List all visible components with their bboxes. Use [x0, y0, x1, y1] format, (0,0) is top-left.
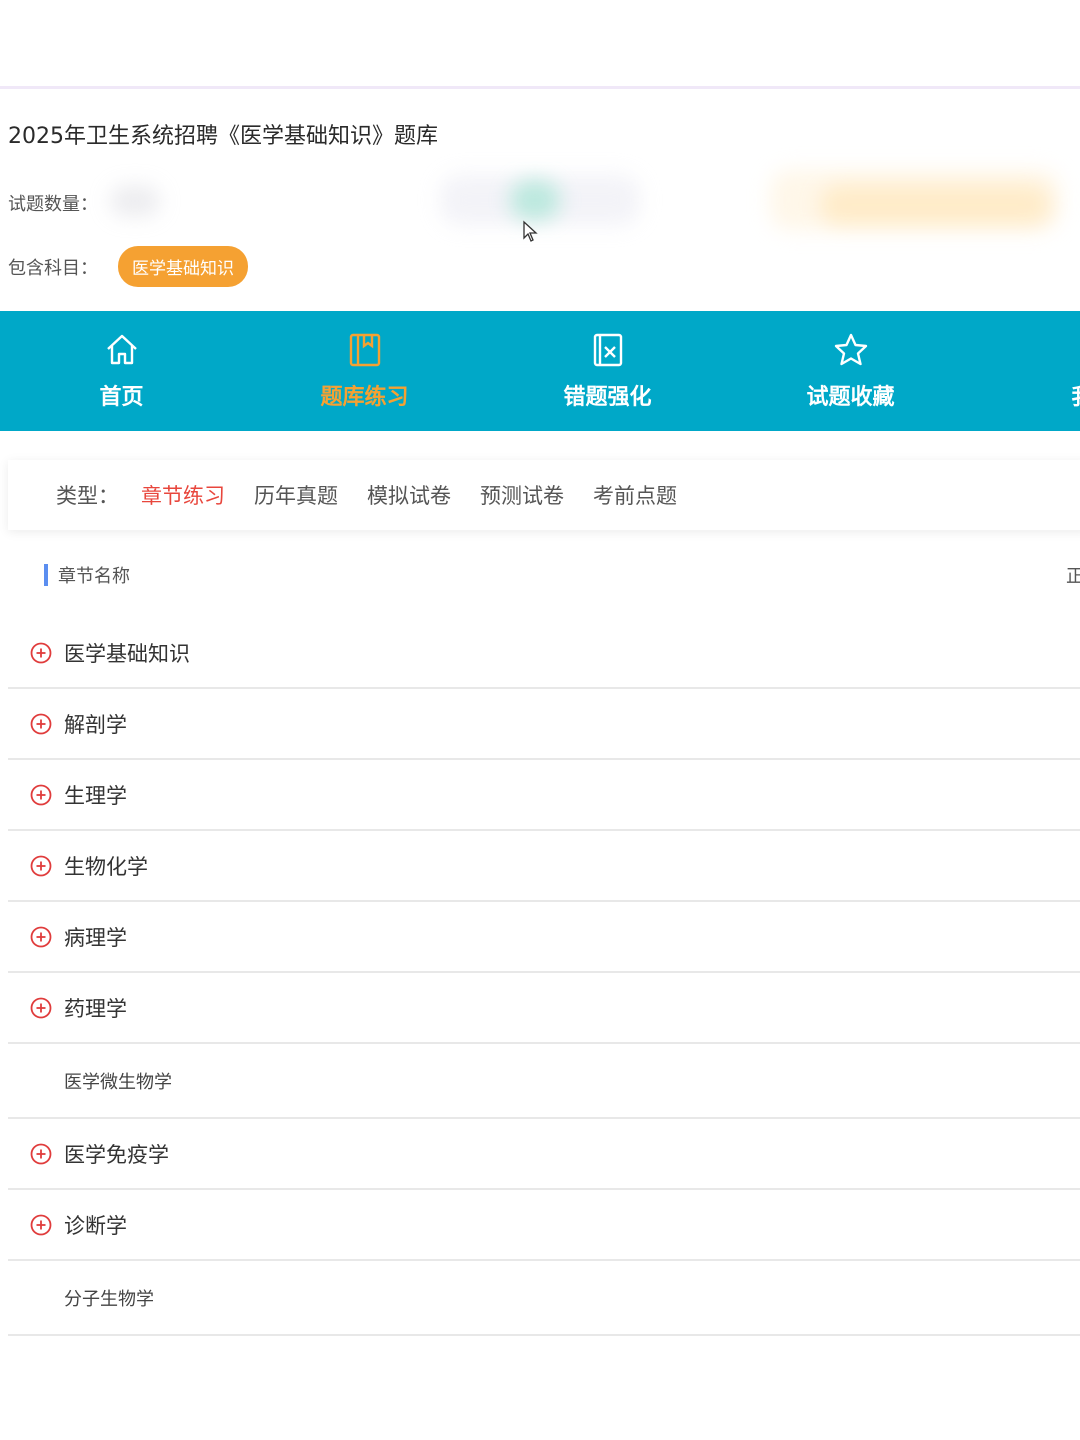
chapter-row[interactable]: 诊断学 [8, 1190, 1080, 1261]
chapter-name: 医学免疫学 [64, 1142, 169, 1167]
expand-plus-icon[interactable] [30, 1143, 52, 1165]
chapter-row[interactable]: 医学免疫学 [8, 1119, 1080, 1190]
subject-badge[interactable]: 医学基础知识 [118, 246, 248, 287]
expand-plus-icon[interactable] [30, 926, 52, 948]
type-option-chapter[interactable]: 章节练习 [141, 480, 225, 510]
chapter-name: 诊断学 [64, 1213, 127, 1238]
blurred-region [110, 186, 160, 216]
main-nav: 首页 题库练习 错题强化 试题收藏 我的 [0, 311, 1080, 431]
question-count-label: 试题数量： [8, 194, 98, 215]
expand-plus-icon[interactable] [30, 784, 52, 806]
chapter-row[interactable]: 医学基础知识 [8, 619, 1080, 689]
chapter-row[interactable]: 药理学 [8, 973, 1080, 1044]
section-accent-bar [44, 564, 48, 586]
type-filter-bar: 类型： 章节练习 历年真题 模拟试卷 预测试卷 考前点题 [8, 460, 1080, 530]
chapter-row[interactable]: 生物化学 [8, 831, 1080, 902]
chapter-name: 分子生物学 [64, 1288, 154, 1310]
chapter-name: 病理学 [64, 925, 127, 950]
expand-plus-icon[interactable] [30, 997, 52, 1019]
chapter-row[interactable]: 分子生物学 [8, 1261, 1080, 1336]
chapter-name: 药理学 [64, 996, 127, 1021]
user-icon-placeholder [1075, 331, 1080, 369]
exam-title: 2025年卫生系统招聘《医学基础知识》题库 [8, 124, 438, 149]
book-icon [349, 333, 380, 367]
nav-item-home[interactable]: 首页 [0, 311, 243, 431]
nav-item-wrong-questions[interactable]: 错题强化 [486, 311, 729, 431]
expand-plus-icon[interactable] [30, 642, 52, 664]
chapter-name: 生物化学 [64, 854, 148, 879]
type-option-key-points[interactable]: 考前点题 [593, 480, 677, 510]
star-icon [834, 333, 867, 366]
subjects-label: 包含科目： [8, 257, 98, 279]
nav-label-favorites: 试题收藏 [806, 385, 895, 410]
top-divider [0, 86, 1080, 89]
chapter-name: 医学微生物学 [64, 1071, 172, 1093]
nav-label-practice: 题库练习 [320, 385, 409, 410]
blurred-region [510, 180, 560, 220]
section-title: 章节名称 [58, 566, 130, 587]
type-option-predicted-exam[interactable]: 预测试卷 [480, 480, 564, 510]
chapter-row[interactable]: 生理学 [8, 760, 1080, 831]
chapter-name: 解剖学 [64, 712, 127, 737]
wrong-question-icon [593, 333, 622, 367]
nav-item-mine[interactable]: 我的 [972, 311, 1080, 431]
nav-item-practice[interactable]: 题库练习 [243, 311, 486, 431]
mouse-cursor-icon [523, 220, 538, 242]
top-blank-area [0, 0, 1080, 86]
type-option-mock-exam[interactable]: 模拟试卷 [367, 480, 451, 510]
expand-plus-icon[interactable] [30, 713, 52, 735]
question-count-row: 试题数量： [8, 190, 98, 216]
chapter-list: 医学基础知识 解剖学生理学生物化学病理学药理学医学微生物学 医学免疫学诊断学分子生物… [8, 619, 1080, 1336]
nav-label-home: 首页 [99, 385, 144, 410]
home-icon [106, 334, 137, 365]
type-label: 类型： [56, 484, 119, 508]
nav-label-mine: 我的 [1071, 379, 1080, 411]
chapter-name: 医学基础知识 [64, 642, 190, 666]
chapter-section-header: 章节名称 [44, 562, 130, 588]
blurred-region [820, 185, 1050, 225]
expand-plus-icon[interactable] [30, 855, 52, 877]
nav-label-wrong-questions: 错题强化 [563, 385, 652, 410]
chapter-row[interactable]: 解剖学 [8, 689, 1080, 760]
nav-item-favorites[interactable]: 试题收藏 [729, 311, 972, 431]
chapter-row[interactable]: 病理学 [8, 902, 1080, 973]
chapter-row[interactable]: 医学微生物学 [8, 1044, 1080, 1119]
chapter-name: 生理学 [64, 783, 127, 808]
expand-plus-icon[interactable] [30, 1214, 52, 1236]
subjects-row: 包含科目： 医学基础知识 [8, 246, 248, 287]
type-option-past-papers[interactable]: 历年真题 [254, 480, 338, 510]
section-right-label: 正 [1066, 566, 1080, 587]
